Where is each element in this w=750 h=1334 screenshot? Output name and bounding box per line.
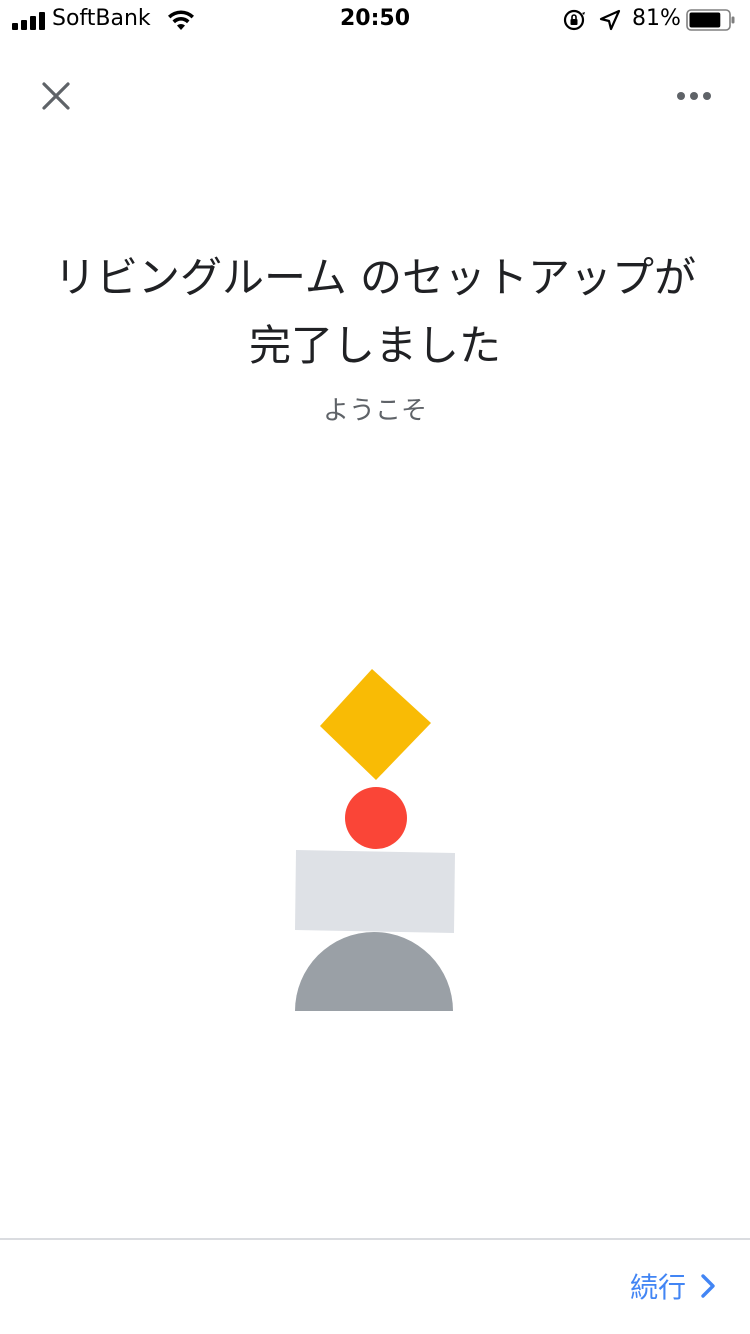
gray-semicircle-shape (295, 932, 453, 1011)
red-circle-shape (345, 787, 407, 849)
yellow-diamond-shape (320, 669, 431, 780)
battery-icon (686, 9, 735, 31)
close-icon (42, 82, 70, 110)
stacked-shapes-illustration (295, 669, 455, 1011)
gray-rectangle-shape (295, 850, 455, 933)
chevron-right-icon (701, 1274, 715, 1298)
continue-label: 続行 (630, 1271, 687, 1304)
orientation-lock-icon (563, 9, 585, 31)
more-options-button[interactable] (670, 72, 718, 120)
page-subtitle: ようこそ (322, 396, 427, 426)
setup-complete-screen: SoftBank 20:50 81% リビングルーム のセットアップが完了しまし… (0, 0, 750, 1334)
close-button[interactable] (32, 72, 80, 120)
more-options-icon (677, 92, 711, 100)
continue-button[interactable]: 続行 (620, 1258, 730, 1314)
status-bar: SoftBank 20:50 81% (0, 0, 750, 40)
bottom-divider (0, 1238, 750, 1240)
battery-percent: 81% (632, 6, 681, 31)
location-icon (599, 9, 621, 31)
page-title: リビングルーム のセットアップが完了しました (53, 253, 697, 370)
